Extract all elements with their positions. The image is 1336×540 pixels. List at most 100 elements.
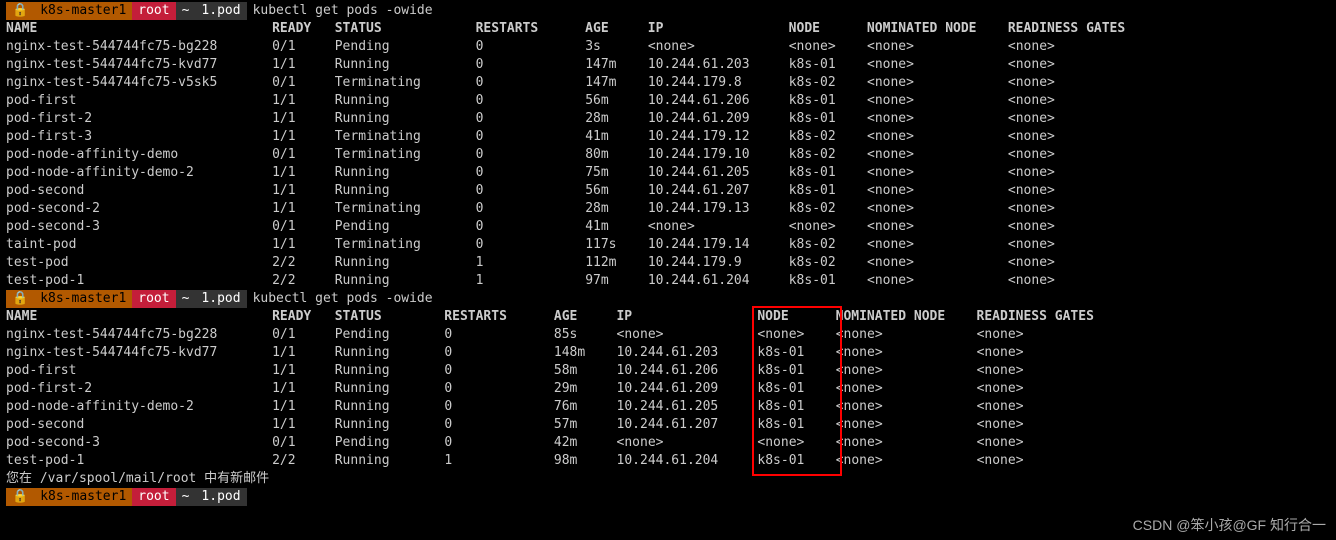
cell-nominated: <none> <box>867 129 1008 144</box>
table2-row: nginx-test-544744fc75-bg228 0/1 Pending … <box>6 326 1330 344</box>
cell-readiness: <none> <box>1008 111 1149 126</box>
cell-ready: 1/1 <box>272 93 335 108</box>
lock-icon: 🔒 <box>6 2 34 20</box>
cell-node: k8s-02 <box>789 75 867 90</box>
table1-row: pod-second 1/1 Running 0 56m 10.244.61.2… <box>6 182 1330 200</box>
prompt-host: k8s-master1 <box>34 488 132 506</box>
cell-node: k8s-01 <box>757 345 835 360</box>
cell-age: 41m <box>585 129 648 144</box>
prompt-dir: 1.pod <box>195 488 246 506</box>
cell-restarts: 0 <box>444 363 554 378</box>
prompt-host: k8s-master1 <box>34 2 132 20</box>
cell-ready: 1/1 <box>272 417 335 432</box>
command-input-2[interactable]: kubectl get pods -owide <box>247 290 439 308</box>
cell-nominated: <none> <box>836 327 977 342</box>
cell-nominated: <none> <box>867 111 1008 126</box>
cell-readiness: <none> <box>1008 165 1149 180</box>
cell-age: 147m <box>585 57 648 72</box>
cell-ready: 1/1 <box>272 57 335 72</box>
cell-status: Terminating <box>335 201 476 216</box>
lock-icon: 🔒 <box>6 290 34 308</box>
cell-node: <none> <box>789 39 867 54</box>
cell-name: pod-second-3 <box>6 435 272 450</box>
cell-ready: 2/2 <box>272 453 335 468</box>
cell-restarts: 1 <box>444 453 554 468</box>
cell-readiness: <none> <box>1008 219 1149 234</box>
cell-name: pod-node-affinity-demo <box>6 147 272 162</box>
command-input-1[interactable]: kubectl get pods -owide <box>247 2 439 20</box>
cell-name: pod-first-2 <box>6 381 272 396</box>
cell-status: Terminating <box>335 129 476 144</box>
cell-restarts: 0 <box>444 381 554 396</box>
cell-ip: 10.244.61.204 <box>648 273 789 288</box>
cell-restarts: 0 <box>444 417 554 432</box>
cell-ready: 0/1 <box>272 39 335 54</box>
cell-name: pod-second <box>6 417 272 432</box>
cell-restarts: 0 <box>476 75 586 90</box>
cell-status: Running <box>335 111 476 126</box>
cell-status: Terminating <box>335 147 476 162</box>
cell-restarts: 0 <box>476 93 586 108</box>
cell-ready: 1/1 <box>272 111 335 126</box>
table2-row: pod-first 1/1 Running 0 58m 10.244.61.20… <box>6 362 1330 380</box>
cell-status: Running <box>335 381 445 396</box>
cell-ip: 10.244.179.8 <box>648 75 789 90</box>
cell-ip: 10.244.61.207 <box>617 417 758 432</box>
cell-restarts: 0 <box>476 129 586 144</box>
cell-name: pod-first <box>6 363 272 378</box>
table1-row: pod-second-2 1/1 Terminating 0 28m 10.24… <box>6 200 1330 218</box>
table2-row: pod-node-affinity-demo-2 1/1 Running 0 7… <box>6 398 1330 416</box>
prompt-line: 🔒k8s-master1root~1.pod <box>6 488 1330 506</box>
cell-ip: <none> <box>617 327 758 342</box>
cell-node: <none> <box>757 327 835 342</box>
cell-nominated: <none> <box>867 165 1008 180</box>
cell-status: Pending <box>335 39 476 54</box>
cell-ip: 10.244.61.205 <box>648 165 789 180</box>
cell-node: k8s-02 <box>789 129 867 144</box>
prompt-user: root <box>132 2 175 20</box>
cell-node: k8s-01 <box>789 183 867 198</box>
cell-status: Running <box>335 183 476 198</box>
lock-icon: 🔒 <box>6 488 34 506</box>
cell-ready: 0/1 <box>272 75 335 90</box>
cell-ip: 10.244.61.206 <box>617 363 758 378</box>
watermark: CSDN @笨小孩@GF 知行合一 <box>1133 516 1326 534</box>
cell-status: Pending <box>335 435 445 450</box>
table1-row: pod-second-3 0/1 Pending 0 41m <none> <n… <box>6 218 1330 236</box>
cell-age: 117s <box>585 237 648 252</box>
cell-nominated: <none> <box>836 453 977 468</box>
cell-nominated: <none> <box>867 255 1008 270</box>
cell-ready: 1/1 <box>272 183 335 198</box>
cell-nominated: <none> <box>867 39 1008 54</box>
cell-ip: 10.244.61.204 <box>617 453 758 468</box>
cell-readiness: <none> <box>977 381 1118 396</box>
cell-node: k8s-01 <box>757 381 835 396</box>
table2-row: pod-second 1/1 Running 0 57m 10.244.61.2… <box>6 416 1330 434</box>
prompt-user: root <box>132 488 175 506</box>
prompt-dir: 1.pod <box>195 290 246 308</box>
cell-ready: 1/1 <box>272 345 335 360</box>
prompt-line: 🔒k8s-master1root~1.podkubectl get pods -… <box>6 2 1330 20</box>
cell-status: Running <box>335 363 445 378</box>
cell-readiness: <none> <box>1008 39 1149 54</box>
cell-readiness: <none> <box>1008 255 1149 270</box>
cell-ready: 2/2 <box>272 273 335 288</box>
cell-readiness: <none> <box>1008 147 1149 162</box>
cell-status: Running <box>335 453 445 468</box>
cell-restarts: 0 <box>476 201 586 216</box>
cell-readiness: <none> <box>1008 57 1149 72</box>
cell-readiness: <none> <box>977 345 1118 360</box>
cell-node: k8s-01 <box>789 57 867 72</box>
cell-name: nginx-test-544744fc75-bg228 <box>6 327 272 342</box>
table2-row: pod-second-3 0/1 Pending 0 42m <none> <n… <box>6 434 1330 452</box>
cell-status: Pending <box>335 327 445 342</box>
cell-readiness: <none> <box>1008 183 1149 198</box>
cell-age: 56m <box>585 93 648 108</box>
cell-readiness: <none> <box>977 363 1118 378</box>
cell-nominated: <none> <box>867 147 1008 162</box>
cell-status: Running <box>335 165 476 180</box>
cell-ready: 1/1 <box>272 237 335 252</box>
cell-readiness: <none> <box>1008 93 1149 108</box>
cell-node: <none> <box>789 219 867 234</box>
cell-status: Running <box>335 57 476 72</box>
